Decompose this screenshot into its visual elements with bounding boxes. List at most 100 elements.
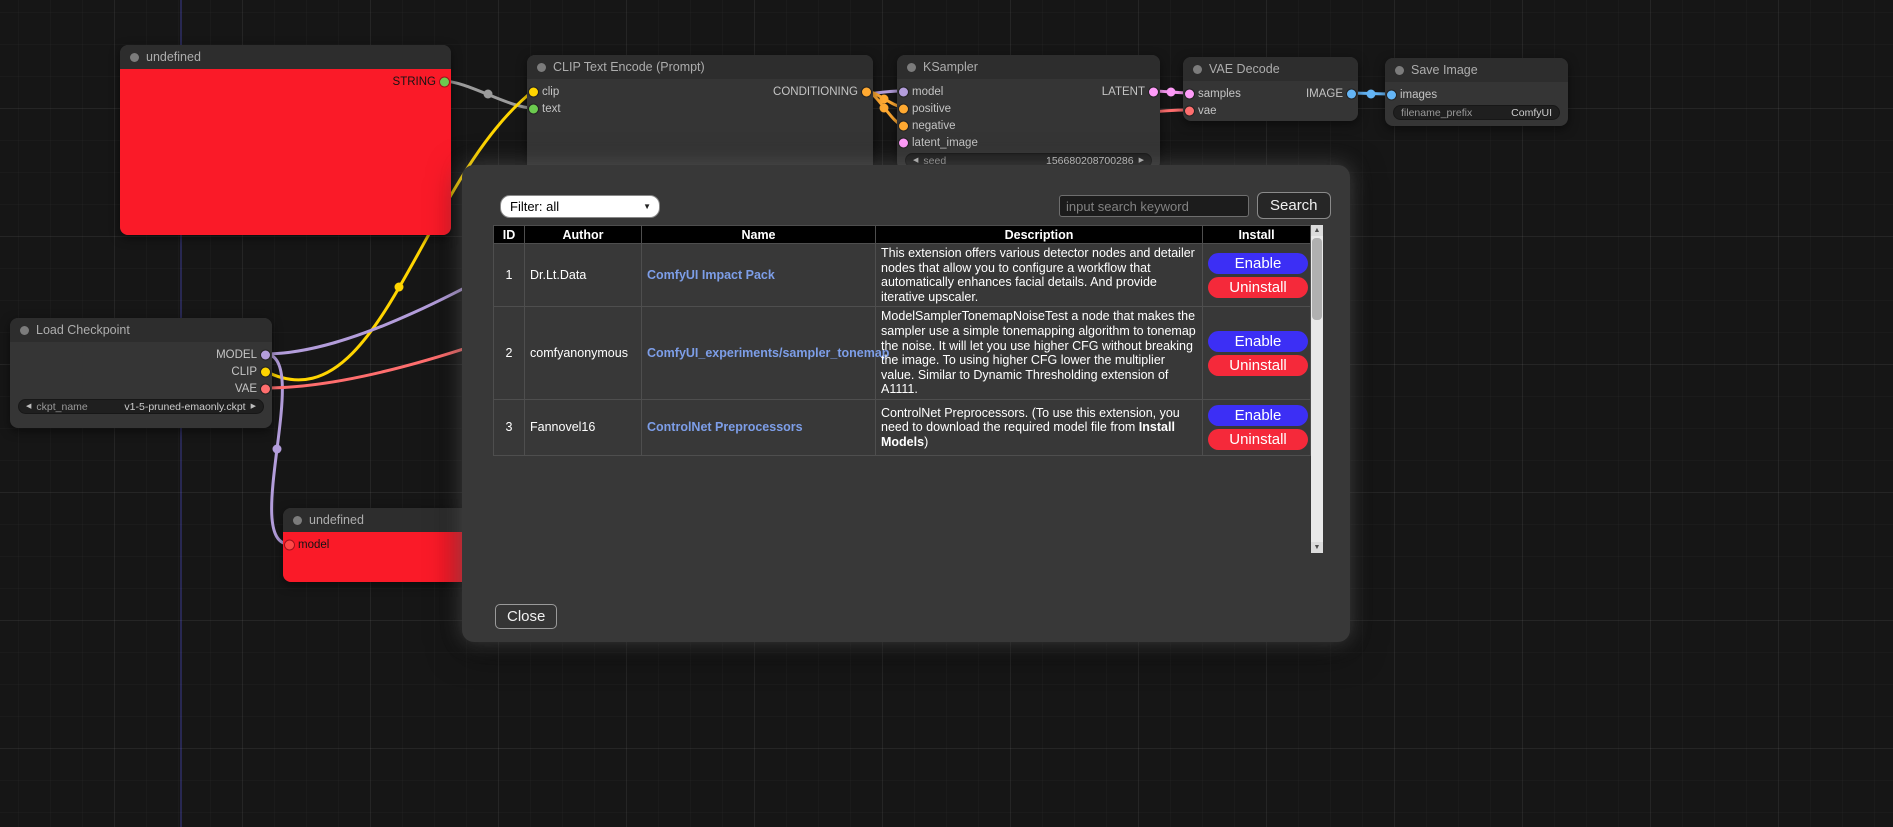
uninstall-button[interactable]: Uninstall <box>1208 429 1308 450</box>
scrollbar-thumb[interactable] <box>1312 238 1322 320</box>
output-slot-latent[interactable]: LATENT <box>897 83 1160 100</box>
spinner-right-icon[interactable]: ▶ <box>251 403 256 410</box>
slot-label: images <box>1400 89 1437 101</box>
extension-link[interactable]: ComfyUI_experiments/sampler_tonemap <box>647 346 889 360</box>
widget-value: ComfyUI <box>1511 107 1552 119</box>
output-dot-string[interactable] <box>440 77 449 86</box>
extension-table-zone: IDAuthorNameDescriptionInstall 1Dr.Lt.Da… <box>493 225 1323 553</box>
node-collapse-icon[interactable] <box>537 63 546 72</box>
extension-row: 2comfyanonymousComfyUI_experiments/sampl… <box>494 307 1311 400</box>
uninstall-button[interactable]: Uninstall <box>1208 355 1308 376</box>
node-title-bar[interactable]: KSampler <box>897 55 1160 79</box>
enable-button[interactable]: Enable <box>1208 331 1308 352</box>
column-header-author: Author <box>525 226 642 244</box>
extension-link[interactable]: ControlNet Preprocessors <box>647 420 803 434</box>
output-slot-image[interactable]: IMAGE <box>1183 85 1358 102</box>
input-dot-model[interactable] <box>285 540 294 549</box>
enable-button[interactable]: Enable <box>1208 405 1308 426</box>
node-title-bar[interactable]: CLIP Text Encode (Prompt) <box>527 55 873 79</box>
node-collapse-icon[interactable] <box>1193 65 1202 74</box>
node-body: STRING <box>120 69 451 235</box>
widget-label: filename_prefix <box>1401 107 1472 119</box>
uninstall-button[interactable]: Uninstall <box>1208 277 1308 298</box>
extension-id: 1 <box>494 244 525 307</box>
extension-install-cell: Enable Uninstall <box>1203 307 1311 400</box>
extension-name-cell: ComfyUI_experiments/sampler_tonemap <box>642 307 876 400</box>
output-dot-clip[interactable] <box>261 367 270 376</box>
extension-author: Fannovel16 <box>525 399 642 455</box>
input-dot-negative[interactable] <box>899 121 908 130</box>
extension-table-header-row: IDAuthorNameDescriptionInstall <box>494 226 1311 244</box>
output-dot-conditioning[interactable] <box>862 87 871 96</box>
input-dot-latent-image[interactable] <box>899 138 908 147</box>
input-slot-images[interactable]: images <box>1385 86 1568 103</box>
node-title-bar[interactable]: Load Checkpoint <box>10 318 272 342</box>
filter-select[interactable]: Filter: all <box>500 195 660 218</box>
ckpt-name-widget[interactable]: ◀ ckpt_name v1-5-pruned-emaonly.ckpt ▶ <box>18 399 264 414</box>
extension-install-cell: Enable Uninstall <box>1203 244 1311 307</box>
node-title-bar[interactable]: Save Image <box>1385 58 1568 82</box>
node-title-bar[interactable]: undefined <box>120 45 451 69</box>
search-input[interactable] <box>1059 195 1249 217</box>
filename-prefix-widget[interactable]: filename_prefix ComfyUI <box>1393 105 1560 120</box>
extension-link[interactable]: ComfyUI Impact Pack <box>647 268 775 282</box>
node-clip-text-encode[interactable]: CLIP Text Encode (Prompt) clip text COND… <box>527 55 873 175</box>
node-collapse-icon[interactable] <box>20 326 29 335</box>
extension-author: comfyanonymous <box>525 307 642 400</box>
input-slot-positive[interactable]: positive <box>897 100 1160 117</box>
slot-label: STRING <box>393 76 436 88</box>
scroll-down-icon[interactable]: ▼ <box>1311 542 1323 553</box>
output-slot-string[interactable]: STRING <box>120 73 451 90</box>
enable-button[interactable]: Enable <box>1208 253 1308 274</box>
input-dot-positive[interactable] <box>899 104 908 113</box>
node-body: clip text CONDITIONING <box>527 79 873 175</box>
node-body: samples vae IMAGE <box>1183 81 1358 121</box>
input-dot-text[interactable] <box>529 104 538 113</box>
node-undefined-string[interactable]: undefined STRING <box>120 45 451 235</box>
node-vae-decode[interactable]: VAE Decode samples vae IMAGE <box>1183 57 1358 121</box>
input-dot-images[interactable] <box>1387 90 1396 99</box>
spinner-left-icon[interactable]: ◀ <box>26 403 31 410</box>
input-slot-text[interactable]: text <box>527 100 873 117</box>
close-button[interactable]: Close <box>495 604 557 629</box>
output-dot-model[interactable] <box>261 350 270 359</box>
node-title: VAE Decode <box>1209 62 1280 76</box>
input-slot-latent-image[interactable]: latent_image <box>897 134 1160 151</box>
node-load-checkpoint[interactable]: Load Checkpoint MODEL CLIP VAE ◀ ckpt_na… <box>10 318 272 428</box>
node-collapse-icon[interactable] <box>130 53 139 62</box>
node-title-bar[interactable]: VAE Decode <box>1183 57 1358 81</box>
spinner-right-icon[interactable]: ▶ <box>1139 157 1144 164</box>
node-title: CLIP Text Encode (Prompt) <box>553 60 705 74</box>
output-slot-vae[interactable]: VAE <box>10 380 272 397</box>
spinner-left-icon[interactable]: ◀ <box>913 157 918 164</box>
output-dot-vae[interactable] <box>261 384 270 393</box>
node-collapse-icon[interactable] <box>907 63 916 72</box>
input-slot-negative[interactable]: negative <box>897 117 1160 134</box>
slot-label: vae <box>1198 105 1217 117</box>
output-dot-latent[interactable] <box>1149 87 1158 96</box>
node-body: MODEL CLIP VAE ◀ ckpt_name v1-5-pruned-e… <box>10 342 272 428</box>
node-collapse-icon[interactable] <box>1395 66 1404 75</box>
custom-nodes-manager-dialog: Filter: all ▼ Search IDAuthorNameDescrip… <box>462 165 1350 642</box>
node-save-image[interactable]: Save Image images filename_prefix ComfyU… <box>1385 58 1568 126</box>
node-title: Load Checkpoint <box>36 323 130 337</box>
slot-label: CONDITIONING <box>773 86 858 98</box>
column-header-description: Description <box>876 226 1203 244</box>
table-scrollbar[interactable]: ▲ ▼ <box>1311 225 1323 553</box>
node-ksampler[interactable]: KSampler model positive negative latent_… <box>897 55 1160 170</box>
slot-label: positive <box>912 103 951 115</box>
output-slot-conditioning[interactable]: CONDITIONING <box>527 83 873 100</box>
output-slot-clip[interactable]: CLIP <box>10 363 272 380</box>
node-body: model positive negative latent_image LAT… <box>897 79 1160 170</box>
input-slot-vae[interactable]: vae <box>1183 102 1358 119</box>
node-collapse-icon[interactable] <box>293 516 302 525</box>
output-dot-image[interactable] <box>1347 89 1356 98</box>
extension-install-cell: Enable Uninstall <box>1203 399 1311 455</box>
search-button[interactable]: Search <box>1257 192 1331 219</box>
column-header-name: Name <box>642 226 876 244</box>
output-slot-model[interactable]: MODEL <box>10 346 272 363</box>
comfyui-canvas[interactable]: undefined STRING CLIP Text Encode (Promp… <box>0 0 1893 827</box>
extension-row: 3Fannovel16ControlNet PreprocessorsContr… <box>494 399 1311 455</box>
scroll-up-icon[interactable]: ▲ <box>1311 225 1323 236</box>
input-dot-vae[interactable] <box>1185 106 1194 115</box>
